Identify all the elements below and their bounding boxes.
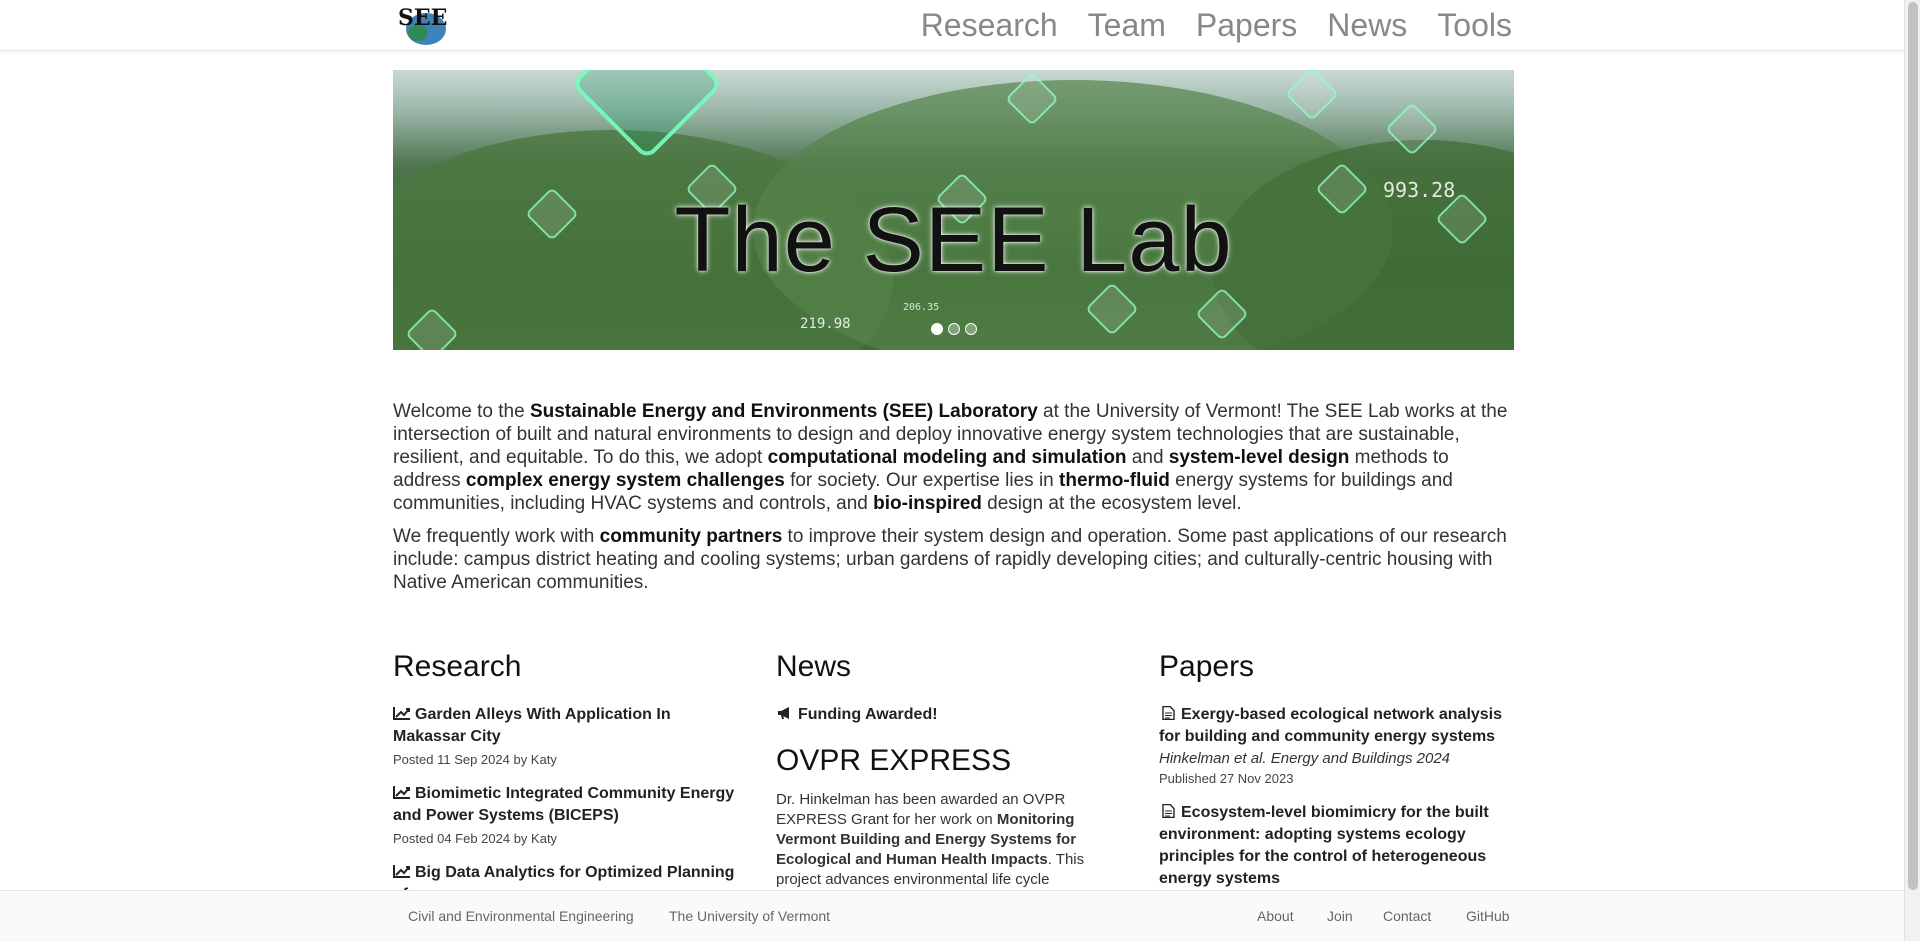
footer-link-cee[interactable]: Civil and Environmental Engineering bbox=[408, 908, 634, 924]
intro-text: for society. Our expertise lies in bbox=[784, 470, 1060, 491]
research-item-title[interactable]: Garden Alleys With Application In Makass… bbox=[393, 706, 671, 745]
site-logo[interactable]: SEE bbox=[396, 3, 448, 47]
nav-research[interactable]: Research bbox=[921, 7, 1058, 44]
papers-heading: Papers bbox=[1159, 650, 1255, 683]
megaphone-icon bbox=[778, 707, 789, 719]
site-footer: Civil and Environmental Engineering The … bbox=[0, 890, 1905, 942]
nav-papers[interactable]: Papers bbox=[1196, 7, 1297, 44]
footer-link-join[interactable]: Join bbox=[1327, 908, 1353, 924]
hero-data-readout: 206.35 bbox=[903, 302, 940, 313]
intro-emphasis: complex energy system challenges bbox=[465, 470, 785, 491]
hero-title: The SEE Lab bbox=[674, 189, 1233, 291]
footer-link-about[interactable]: About bbox=[1257, 908, 1294, 924]
research-item-title[interactable]: Biomimetic Integrated Community Energy a… bbox=[393, 785, 734, 824]
logo-icon: SEE bbox=[398, 5, 447, 45]
intro-emphasis: computational modeling and simulation bbox=[767, 447, 1127, 468]
trend-up-icon bbox=[393, 865, 410, 878]
page-scrollbar[interactable] bbox=[1904, 0, 1920, 941]
nav-tools[interactable]: Tools bbox=[1437, 7, 1512, 44]
intro-paragraph: We frequently work with community partne… bbox=[393, 525, 1514, 594]
footer-link-github[interactable]: GitHub bbox=[1466, 908, 1510, 924]
intro-emphasis: thermo-fluid bbox=[1059, 470, 1170, 491]
paper-item-title[interactable]: Exergy-based ecological network analysis… bbox=[1159, 706, 1502, 745]
scrollbar-thumb[interactable] bbox=[1908, 2, 1918, 890]
intro-emphasis: system-level design bbox=[1168, 447, 1350, 468]
research-item-meta: Posted 11 Sep 2024 by Katy bbox=[393, 752, 557, 767]
intro-emphasis: Sustainable Energy and Environments (SEE… bbox=[529, 401, 1038, 422]
hero-carousel[interactable]: 993.28 219.98 206.35 The SEE Lab bbox=[393, 70, 1514, 350]
nav-news[interactable]: News bbox=[1327, 7, 1407, 44]
research-item-meta: Posted 04 Feb 2024 by Katy bbox=[393, 831, 558, 846]
top-navbar: SEE Research Team Papers News Tools bbox=[0, 0, 1905, 51]
intro-text: Welcome to the bbox=[393, 401, 530, 422]
news-post-body: Dr. Hinkelman has been awarded an OVPR E… bbox=[776, 790, 1121, 890]
research-item[interactable]: Garden Alleys With Application In Makass… bbox=[393, 704, 738, 767]
paper-item[interactable]: Ecosystem-level biomimicry for the built… bbox=[1159, 802, 1504, 890]
nav-team[interactable]: Team bbox=[1088, 7, 1166, 44]
intro-text: We frequently work with bbox=[393, 526, 600, 547]
research-column: Research Garden Alleys With Application … bbox=[393, 650, 738, 922]
news-post-heading: OVPR EXPRESS bbox=[776, 744, 1012, 777]
main-nav: Research Team Papers News Tools bbox=[891, 0, 1512, 50]
research-heading: Research bbox=[393, 650, 522, 683]
news-item[interactable]: Funding Awarded! bbox=[776, 704, 1121, 726]
intro-emphasis: community partners bbox=[599, 526, 783, 547]
intro-text: design at the ecosystem level. bbox=[981, 493, 1242, 514]
hexagon-icon bbox=[1285, 70, 1339, 121]
document-icon bbox=[1162, 706, 1175, 720]
news-heading: News bbox=[776, 650, 852, 683]
intro-emphasis: bio-inspired bbox=[873, 493, 982, 514]
paper-item-citation: Hinkelman et al. Energy and Buildings 20… bbox=[1159, 750, 1451, 767]
news-item-title[interactable]: Funding Awarded! bbox=[798, 706, 938, 723]
paper-item-meta: Published 27 Nov 2023 bbox=[1159, 771, 1294, 786]
trend-up-icon bbox=[393, 786, 410, 799]
footer-link-uvm[interactable]: The University of Vermont bbox=[669, 908, 830, 924]
research-item[interactable]: Biomimetic Integrated Community Energy a… bbox=[393, 783, 738, 846]
intro-paragraph: Welcome to the Sustainable Energy and En… bbox=[393, 400, 1514, 515]
hero-data-readout: 219.98 bbox=[800, 316, 851, 332]
logo-text: SEE bbox=[398, 5, 447, 31]
carousel-dot[interactable] bbox=[948, 323, 960, 335]
carousel-dot[interactable] bbox=[965, 323, 977, 335]
trend-up-icon bbox=[393, 707, 410, 720]
footer-link-contact[interactable]: Contact bbox=[1383, 908, 1431, 924]
intro-text: Welcome to the Sustainable Energy and En… bbox=[393, 400, 1514, 604]
news-column: News Funding Awarded! OVPR EXPRESS Dr. H… bbox=[776, 650, 1121, 890]
papers-column: Papers Exergy-based ecological network a… bbox=[1159, 650, 1504, 906]
document-icon bbox=[1162, 804, 1175, 818]
carousel-indicators bbox=[931, 323, 982, 335]
carousel-dot[interactable] bbox=[931, 323, 943, 335]
paper-item-title[interactable]: Ecosystem-level biomimicry for the built… bbox=[1159, 804, 1489, 887]
paper-item[interactable]: Exergy-based ecological network analysis… bbox=[1159, 704, 1504, 786]
intro-text: and bbox=[1126, 447, 1169, 468]
